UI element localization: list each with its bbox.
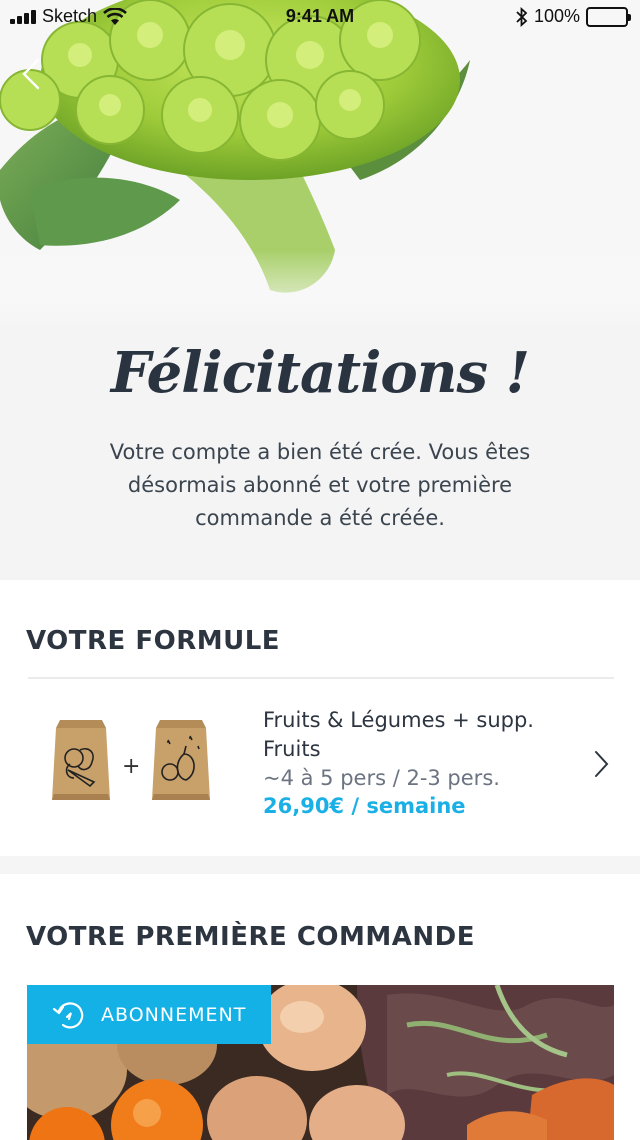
formule-card: VOTRE FORMULE + Fruits & Légumes + supp.… (0, 580, 640, 856)
vegetable-bag-icon (52, 720, 110, 800)
plan-persons: ~4 à 5 pers / 2-3 pers. (263, 766, 500, 790)
hero-section: Sketch 9:41 AM 100% Félicitations ! Votr… (0, 0, 640, 580)
commande-card: VOTRE PREMIÈRE COMMANDE ABONNEMENT (0, 874, 640, 1140)
confirmation-message: Votre compte a bien été crée. Vous êtes … (109, 440, 531, 530)
chevron-right-icon[interactable] (590, 746, 612, 782)
fruit-bag-icon (152, 720, 210, 800)
romanesco-photo (0, 0, 640, 330)
page-title: Félicitations ! (110, 340, 530, 406)
plan-price: 26,90€ / semaine (263, 794, 466, 818)
status-right: 100% (516, 6, 631, 27)
plan-name: Fruits & Légumes + supp. Fruits (263, 708, 534, 761)
plus-sign: + (122, 754, 141, 779)
divider (28, 677, 614, 679)
battery-icon (586, 6, 631, 27)
back-chevron-icon[interactable] (18, 56, 48, 92)
subscription-refresh-icon (52, 1001, 84, 1028)
subscription-badge[interactable]: ABONNEMENT (27, 985, 271, 1044)
badge-label: ABONNEMENT (101, 1003, 247, 1026)
plan-row[interactable]: + Fruits & Légumes + supp. Fruits ~4 à 5… (0, 690, 640, 840)
status-bar: Sketch 9:41 AM 100% (0, 0, 640, 36)
formule-section-title: VOTRE FORMULE (26, 626, 281, 656)
bluetooth-icon (516, 6, 528, 27)
commande-section-title: VOTRE PREMIÈRE COMMANDE (26, 922, 475, 952)
battery-percent: 100% (533, 6, 580, 26)
